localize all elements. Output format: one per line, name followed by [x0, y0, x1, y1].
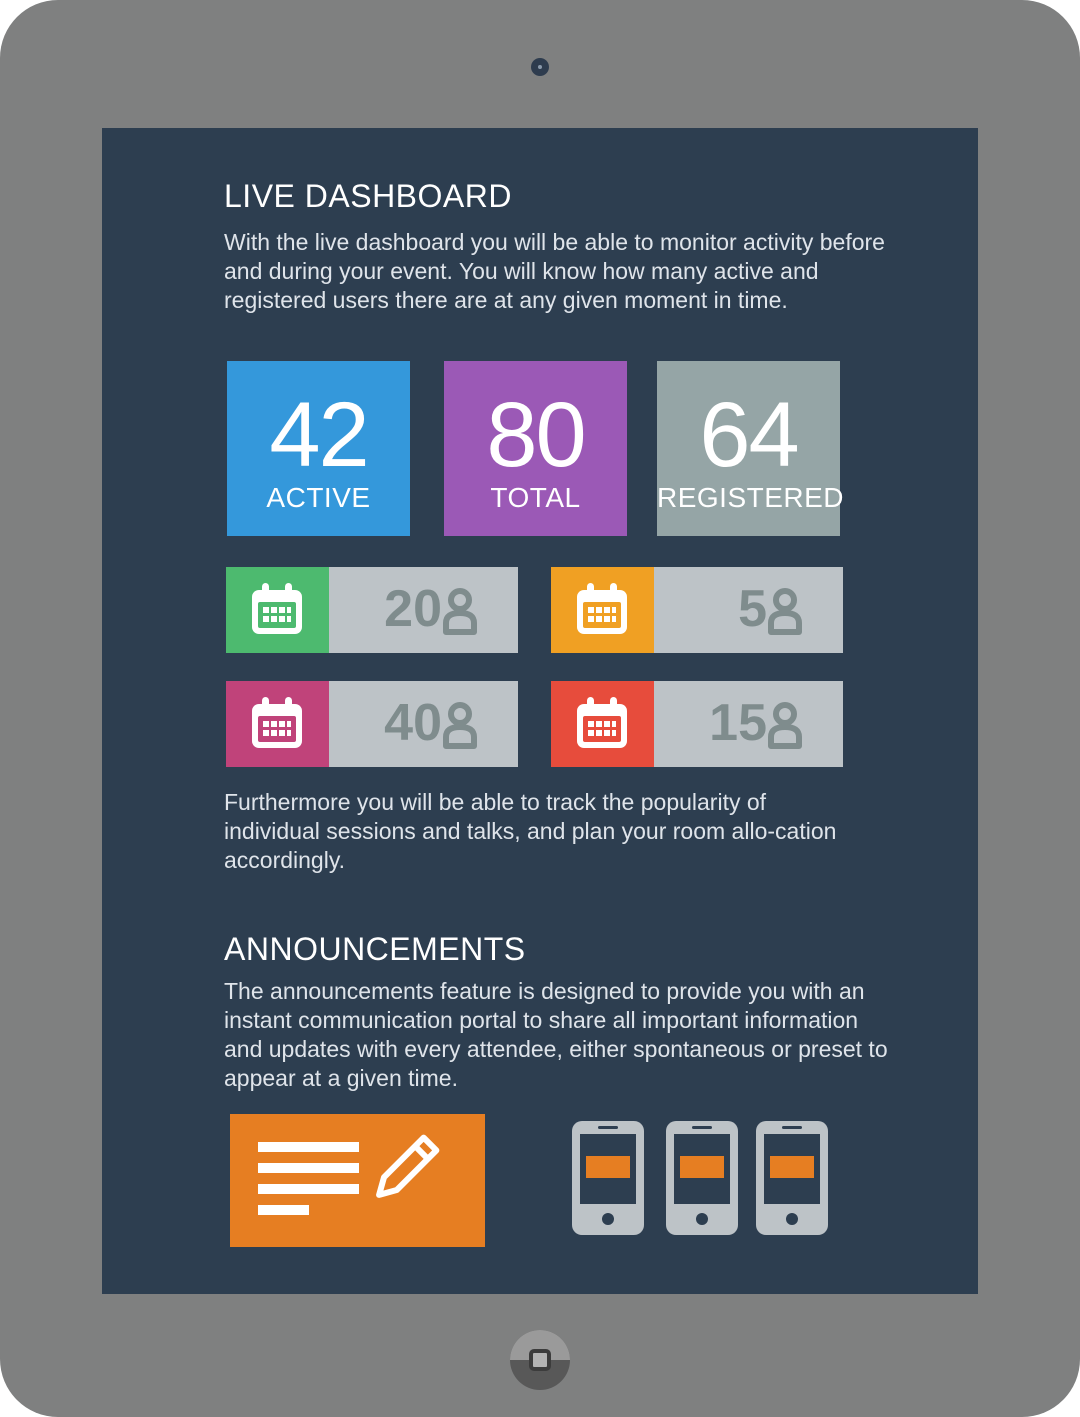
user-icon: [443, 702, 477, 749]
stat-label: ACTIVE: [266, 482, 371, 513]
session-count: 15: [709, 694, 767, 752]
session-attendance-row: 20: [226, 567, 518, 653]
calendar-icon: [577, 697, 627, 748]
announcement-compose-block: [230, 1114, 485, 1247]
announcements-title: ANNOUNCEMENTS: [224, 931, 526, 967]
user-icon: [443, 588, 477, 635]
stat-value: 42: [269, 384, 369, 486]
session-attendance-row: 40: [226, 681, 518, 767]
user-icon: [768, 588, 802, 635]
phone-icon: [572, 1121, 644, 1235]
stat-tile-active: 42 ACTIVE: [227, 361, 410, 536]
session-count: 40: [384, 694, 442, 752]
home-button[interactable]: [510, 1330, 570, 1390]
document-edit-icon: [258, 1134, 440, 1215]
calendar-icon: [577, 583, 627, 634]
phone-icon: [756, 1121, 828, 1235]
live-dashboard-title: LIVE DASHBOARD: [224, 178, 512, 214]
calendar-icon: [252, 583, 302, 634]
calendar-icon: [252, 697, 302, 748]
session-count: 5: [738, 580, 767, 638]
user-icon: [768, 702, 802, 749]
announcements-description: The announcements feature is designed to…: [224, 978, 888, 1091]
stat-label: TOTAL: [490, 482, 581, 513]
session-count: 20: [384, 580, 442, 638]
camera-icon: [531, 58, 549, 76]
session-color-block: [226, 567, 329, 653]
session-attendance-row: 15: [551, 681, 843, 767]
session-color-block: [551, 681, 654, 767]
stat-tile-registered: 64 REGISTERED: [657, 361, 845, 536]
session-attendance-row: 5: [551, 567, 843, 653]
stat-value: 80: [486, 384, 586, 486]
live-dashboard-description: With the live dashboard you will be able…: [224, 229, 885, 313]
tablet-frame: LIVE DASHBOARD With the live dashboard y…: [0, 0, 1080, 1417]
home-square-icon: [529, 1349, 551, 1371]
stat-tile-total: 80 TOTAL: [444, 361, 627, 536]
stat-value: 64: [699, 384, 799, 486]
session-color-block: [551, 567, 654, 653]
tracking-description: Furthermore you will be able to track th…: [224, 789, 837, 873]
session-color-block: [226, 681, 329, 767]
phone-icon: [666, 1121, 738, 1235]
stat-label: REGISTERED: [657, 482, 845, 513]
